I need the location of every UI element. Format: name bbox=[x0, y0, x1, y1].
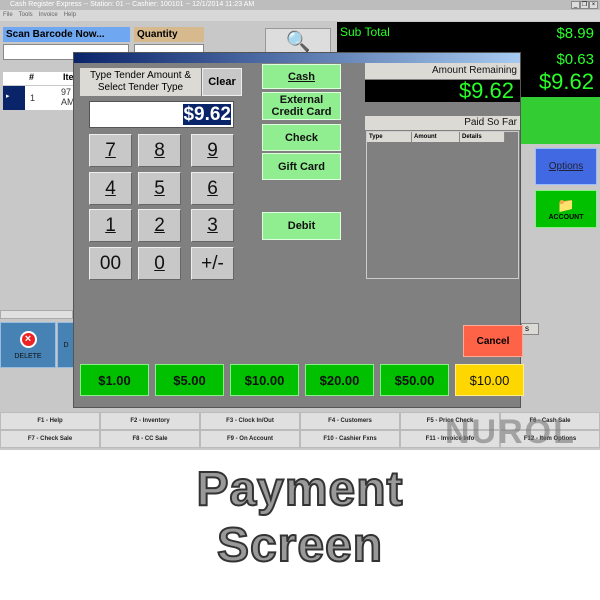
function-key-f8[interactable]: F8 - CC Sale bbox=[100, 430, 200, 448]
col-item: Ite bbox=[63, 72, 74, 82]
menu-file[interactable]: File bbox=[3, 12, 13, 18]
close-button[interactable]: × bbox=[589, 1, 598, 9]
magnifier-icon: 🔍 bbox=[285, 30, 311, 53]
dialog-title-bar bbox=[74, 53, 520, 63]
exact-amount-button[interactable]: $10.00 bbox=[455, 364, 524, 396]
horizontal-scrollbar[interactable] bbox=[0, 310, 73, 319]
total-value: $9.62 bbox=[538, 69, 594, 94]
payment-dialog: Type Tender Amount & Select Tender Type … bbox=[73, 52, 524, 408]
bill-5-button[interactable]: $5.00 bbox=[155, 364, 224, 396]
delete-button[interactable]: × DELETE bbox=[0, 322, 56, 368]
bill-10-button[interactable]: $10.00 bbox=[230, 364, 299, 396]
quantity-label: Quantity bbox=[134, 27, 204, 42]
menu-help[interactable]: Help bbox=[64, 12, 76, 18]
function-key-f2[interactable]: F2 - Inventory bbox=[100, 412, 200, 430]
cash-button[interactable]: Cash bbox=[262, 64, 341, 89]
check-button[interactable]: Check bbox=[262, 124, 341, 151]
subtotal-value: $8.99 bbox=[556, 25, 594, 42]
amount-remaining-value: $9.62 bbox=[365, 80, 520, 102]
caption-line-2: Screen bbox=[216, 518, 384, 573]
keypad-key[interactable]: 6 bbox=[191, 172, 234, 205]
col-details: Details bbox=[460, 132, 505, 142]
keypad-key[interactable]: 0 bbox=[138, 247, 181, 280]
menu-invoice[interactable]: Invoice bbox=[39, 12, 58, 18]
keypad-key[interactable]: 8 bbox=[138, 134, 181, 167]
menu-bar: File Tools Invoice Help bbox=[0, 10, 600, 21]
external-credit-card-button[interactable]: External Credit Card bbox=[262, 92, 341, 120]
function-key-f3[interactable]: F3 - Clock In/Out bbox=[200, 412, 300, 430]
row-selector-icon: ▸ bbox=[3, 86, 25, 110]
col-type: Type bbox=[367, 132, 412, 142]
caption-line-1: Payment bbox=[195, 462, 404, 517]
keypad-key[interactable]: 4 bbox=[89, 172, 132, 205]
folder-icon: 📁 bbox=[557, 197, 575, 213]
gift-card-button[interactable]: Gift Card bbox=[262, 153, 341, 180]
function-key-f7[interactable]: F7 - Check Sale bbox=[0, 430, 100, 448]
title-bar: Cash Register Express -- Station: 01 -- … bbox=[0, 0, 600, 10]
tab-partial[interactable]: s bbox=[521, 323, 539, 335]
function-key-f10[interactable]: F10 - Cashier Fxns bbox=[300, 430, 400, 448]
debit-button[interactable]: Debit bbox=[262, 212, 341, 240]
keypad-key[interactable]: 5 bbox=[138, 172, 181, 205]
keypad-key[interactable]: 00 bbox=[89, 247, 132, 280]
restore-button[interactable]: ❐ bbox=[580, 1, 589, 9]
keypad-key[interactable]: 1 bbox=[89, 209, 132, 242]
status-panel bbox=[521, 97, 600, 144]
function-key-f1[interactable]: F1 - Help bbox=[0, 412, 100, 430]
keypad-key[interactable]: 2 bbox=[138, 209, 181, 242]
row-num: 1 bbox=[30, 93, 36, 103]
menu-tools[interactable]: Tools bbox=[19, 12, 33, 18]
keypad-key[interactable]: 9 bbox=[191, 134, 234, 167]
tax-value: $0.63 bbox=[556, 51, 594, 68]
nurol-watermark: NUROL bbox=[445, 413, 576, 451]
search-button[interactable]: 🔍 bbox=[265, 28, 331, 54]
paid-so-far-label: Paid So Far bbox=[365, 116, 520, 130]
account-label: ACCOUNT bbox=[548, 214, 584, 221]
keypad-key[interactable]: +/- bbox=[191, 247, 234, 280]
col-num: # bbox=[29, 72, 35, 82]
table-row[interactable]: ▸ 1 97 AM bbox=[3, 86, 75, 110]
clear-button[interactable]: Clear bbox=[202, 68, 242, 96]
bill-1-button[interactable]: $1.00 bbox=[80, 364, 149, 396]
delete-x-icon: × bbox=[19, 330, 37, 348]
function-key-f4[interactable]: F4 - Customers bbox=[300, 412, 400, 430]
keypad-key[interactable]: 3 bbox=[191, 209, 234, 242]
account-button[interactable]: 📁 ACCOUNT bbox=[535, 190, 597, 228]
amount-remaining-label: Amount Remaining bbox=[365, 63, 520, 79]
paid-table: Type Amount Details bbox=[366, 131, 519, 279]
cancel-button[interactable]: Cancel bbox=[463, 325, 523, 357]
options-button[interactable]: Options bbox=[535, 148, 597, 185]
amount-value: $9.62 bbox=[183, 104, 231, 125]
tender-prompt: Type Tender Amount & Select Tender Type bbox=[80, 68, 201, 96]
items-table-header: # Ite bbox=[3, 72, 74, 85]
scan-label: Scan Barcode Now... bbox=[3, 27, 130, 42]
keypad-key[interactable]: 7 bbox=[89, 134, 132, 167]
function-key-f9[interactable]: F9 - On Account bbox=[200, 430, 300, 448]
minimize-button[interactable]: _ bbox=[571, 1, 580, 9]
subtotal-label: Sub Total bbox=[340, 25, 390, 39]
bill-50-button[interactable]: $50.00 bbox=[380, 364, 449, 396]
col-amount: Amount bbox=[412, 132, 460, 142]
delete-label: DELETE bbox=[14, 352, 42, 360]
bill-20-button[interactable]: $20.00 bbox=[305, 364, 374, 396]
tender-amount-input[interactable]: $9.62 bbox=[89, 101, 234, 128]
